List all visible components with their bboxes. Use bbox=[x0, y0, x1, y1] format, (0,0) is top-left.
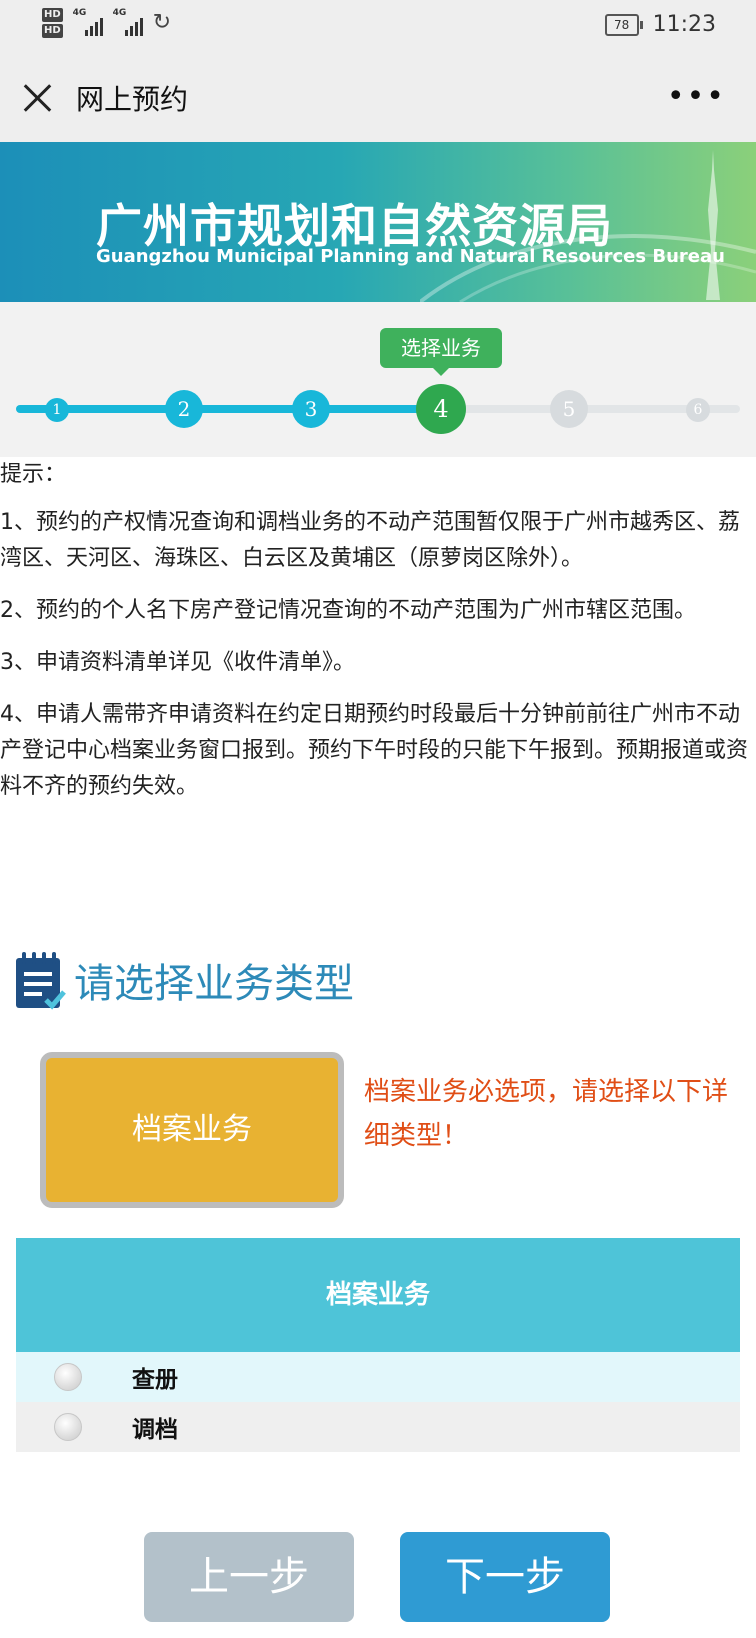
progress-line-done bbox=[16, 405, 442, 413]
sync-icon: ↻ bbox=[152, 10, 172, 35]
tip-item: 3、申请资料清单详见《收件清单》。 bbox=[0, 650, 355, 675]
page-title: 网上预约 bbox=[76, 83, 189, 116]
signal-icon: 4G bbox=[72, 8, 103, 36]
current-step-tooltip: 选择业务 bbox=[380, 328, 502, 376]
progress-stepper: 选择业务 1 2 3 4 5 6 bbox=[0, 302, 756, 457]
tips-section: 提示： 1、预约的产权情况查询和调档业务的不动产范围暂仅限于广州市越秀区、荔湾区… bbox=[0, 457, 756, 821]
canton-tower-icon bbox=[706, 150, 720, 300]
signal-icon-2: 4G bbox=[112, 8, 143, 36]
option-label: 调档 bbox=[132, 1417, 178, 1443]
section-header: 请选择业务类型 bbox=[14, 948, 354, 1012]
archive-required-note: 档案业务必选项，请选择以下详细类型！ bbox=[364, 1077, 729, 1151]
tip-item: 4、申请人需带齐申请资料在约定日期预约时段最后十分钟前前往广州市不动产登记中心档… bbox=[0, 702, 749, 799]
close-icon[interactable] bbox=[22, 82, 54, 114]
next-step-button[interactable]: 下一步 bbox=[400, 1532, 610, 1622]
battery-icon: 78 bbox=[604, 13, 643, 36]
previous-step-button[interactable]: 上一步 bbox=[144, 1532, 354, 1622]
tip-item: 2、预约的个人名下房产登记情况查询的不动产范围为广州市辖区范围。 bbox=[0, 598, 696, 623]
step-4: 4 bbox=[416, 384, 466, 434]
network-label-2: 4G bbox=[112, 8, 127, 18]
banner-subtitle: Guangzhou Municipal Planning and Natural… bbox=[96, 246, 725, 267]
status-right: 78 11:23 bbox=[604, 12, 716, 37]
clock: 11:23 bbox=[652, 12, 716, 37]
archive-options-table: 档案业务 查册 调档 bbox=[16, 1238, 740, 1452]
banner: 广州市规划和自然资源局 Guangzhou Municipal Planning… bbox=[0, 142, 756, 302]
step-6: 6 bbox=[686, 398, 710, 422]
step-3: 3 bbox=[292, 390, 330, 428]
step-2: 2 bbox=[165, 390, 203, 428]
checklist-icon bbox=[16, 952, 66, 1010]
network-label: 4G bbox=[72, 8, 87, 18]
archive-business-button[interactable]: 档案业务 bbox=[40, 1052, 344, 1208]
nav-bar: 网上预约 ••• bbox=[0, 54, 756, 142]
option-label: 查册 bbox=[132, 1367, 178, 1393]
section-title: 请选择业务类型 bbox=[74, 961, 354, 1007]
option-row-search-records[interactable]: 查册 bbox=[16, 1352, 740, 1402]
radio-button[interactable] bbox=[54, 1413, 82, 1441]
status-bar: HD HD 4G 4G ↻ 78 11:23 bbox=[0, 0, 756, 54]
radio-button[interactable] bbox=[54, 1363, 82, 1391]
step-1: 1 bbox=[45, 398, 69, 422]
tip-item: 1、预约的产权情况查询和调档业务的不动产范围暂仅限于广州市越秀区、荔湾区、天河区… bbox=[0, 510, 740, 571]
battery-level: 78 bbox=[613, 17, 630, 32]
hd-icon: HD HD bbox=[42, 8, 63, 38]
more-icon[interactable]: ••• bbox=[667, 82, 726, 112]
step-5: 5 bbox=[550, 390, 588, 428]
status-left: HD HD 4G 4G ↻ bbox=[42, 8, 171, 38]
option-row-retrieve-file[interactable]: 调档 bbox=[16, 1402, 740, 1452]
tips-heading: 提示： bbox=[0, 462, 67, 487]
table-header: 档案业务 bbox=[16, 1238, 740, 1352]
